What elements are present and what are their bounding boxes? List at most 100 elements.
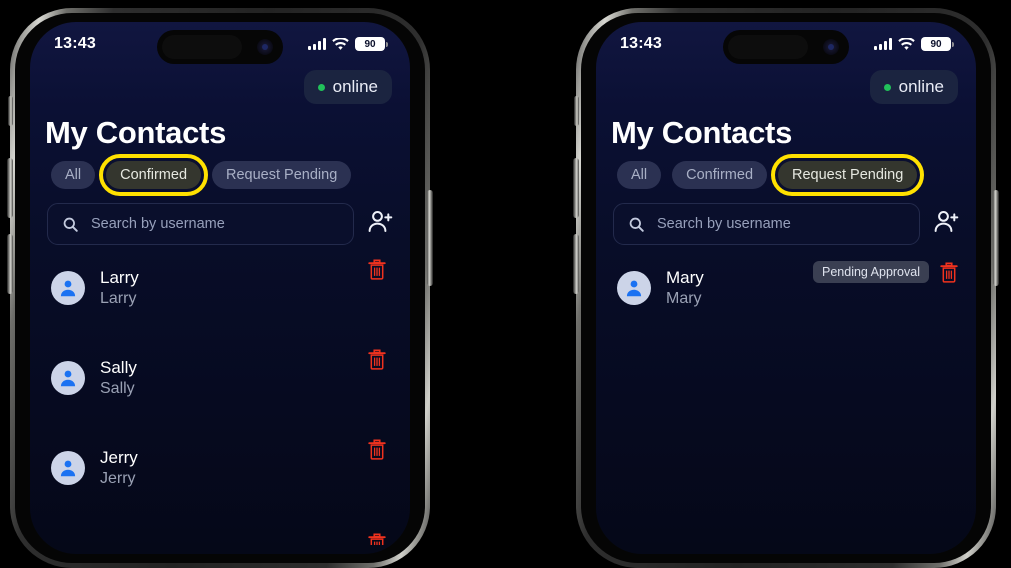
- search-icon: [629, 217, 644, 232]
- presence-row: online: [30, 66, 410, 104]
- phone-left: 13:43 90 online My Contacts All Confirme…: [7, 8, 433, 568]
- row-actions: Pending Approval: [813, 261, 958, 283]
- volume-down-button[interactable]: [573, 234, 579, 294]
- search-row: Search by username: [596, 189, 976, 245]
- dynamic-island: [723, 30, 849, 64]
- search-row: Search by username: [30, 189, 410, 245]
- delete-contact-button[interactable]: [368, 349, 386, 375]
- filter-tabs: All Confirmed Request Pending: [596, 151, 976, 196]
- phone-right: 13:43 90 online My Contacts All Confirme…: [573, 8, 999, 568]
- contact-username: Larry: [100, 289, 137, 307]
- trash-icon[interactable]: [940, 261, 958, 283]
- tab-request-pending[interactable]: Request Pending: [771, 154, 925, 196]
- avatar: [51, 451, 85, 485]
- tab-confirmed[interactable]: Confirmed: [672, 161, 768, 189]
- delete-contact-button[interactable]: [368, 533, 386, 545]
- search-placeholder: Search by username: [91, 216, 225, 232]
- status-bar: 13:43 90: [596, 22, 976, 66]
- battery-icon: 90: [921, 37, 954, 51]
- add-user-icon[interactable]: [932, 208, 960, 236]
- volume-down-button[interactable]: [7, 234, 13, 294]
- tab-request-pending[interactable]: Request Pending: [212, 161, 352, 189]
- screenshot-stage: 13:43 90 online My Contacts All Confirme…: [0, 0, 1011, 568]
- search-icon: [63, 217, 78, 232]
- front-camera-icon: [823, 39, 839, 55]
- online-label: online: [332, 77, 378, 96]
- contact-list: Mary Mary Pending Approval: [596, 245, 976, 317]
- contact-list-item[interactable]: Larry Larry: [30, 259, 410, 317]
- wifi-icon: [332, 37, 349, 50]
- power-button[interactable]: [993, 190, 999, 286]
- trash-icon[interactable]: [368, 533, 386, 545]
- avatar: [51, 361, 85, 395]
- contact-name: Mary: [666, 267, 704, 287]
- status-clock: 13:43: [54, 35, 96, 52]
- online-dot-icon: [317, 83, 325, 91]
- silence-switch[interactable]: [574, 96, 579, 126]
- battery-level: 90: [921, 37, 951, 51]
- avatar: [51, 271, 85, 305]
- island-pill: [162, 35, 242, 59]
- island-pill: [728, 35, 808, 59]
- person-avatar-icon: [626, 280, 642, 297]
- contact-username: Sally: [100, 379, 135, 397]
- status-badge: Pending Approval: [813, 261, 929, 283]
- search-input[interactable]: Search by username: [47, 203, 354, 245]
- delete-contact-button[interactable]: [368, 439, 386, 465]
- battery-level: 90: [355, 37, 385, 51]
- volume-up-button[interactable]: [573, 158, 579, 218]
- status-badge-online[interactable]: online: [303, 70, 392, 104]
- status-indicators: 90: [308, 37, 388, 51]
- phone-screen: 13:43 90 online My Contacts All Confirme…: [596, 22, 976, 554]
- add-user-icon[interactable]: [366, 208, 394, 236]
- cellular-signal-icon: [308, 38, 326, 50]
- status-badge-online[interactable]: online: [869, 70, 958, 104]
- contact-list-item[interactable]: Jerry Jerry: [30, 439, 410, 497]
- person-avatar-icon: [60, 370, 76, 387]
- contact-name: Sally: [100, 357, 137, 377]
- avatar: [617, 271, 651, 305]
- contact-names: Mary Mary: [666, 268, 798, 309]
- search-input[interactable]: Search by username: [613, 203, 920, 245]
- online-label: online: [898, 77, 944, 96]
- cellular-signal-icon: [874, 38, 892, 50]
- add-contact-button[interactable]: [932, 208, 960, 241]
- battery-cap: [952, 41, 954, 47]
- contact-username: Mary: [666, 289, 702, 307]
- dynamic-island: [157, 30, 283, 64]
- person-avatar-icon: [60, 280, 76, 297]
- volume-up-button[interactable]: [7, 158, 13, 218]
- contact-list: Larry Larry Sally Sally Jerry Jerry: [30, 245, 410, 545]
- contact-names: Sally Sally: [100, 358, 392, 399]
- add-contact-button[interactable]: [366, 208, 394, 241]
- online-dot-icon: [883, 83, 891, 91]
- person-avatar-icon: [60, 460, 76, 477]
- phone-screen: 13:43 90 online My Contacts All Confirme…: [30, 22, 410, 554]
- trash-icon[interactable]: [368, 439, 386, 460]
- status-bar: 13:43 90: [30, 22, 410, 66]
- trash-icon[interactable]: [368, 349, 386, 370]
- page-title: My Contacts: [45, 115, 227, 150]
- page-title: My Contacts: [611, 115, 793, 150]
- battery-icon: 90: [355, 37, 388, 51]
- contact-list-item[interactable]: Mary Mary Pending Approval: [596, 259, 976, 317]
- battery-cap: [386, 41, 388, 47]
- wifi-icon: [898, 37, 915, 50]
- tab-all[interactable]: All: [51, 161, 96, 189]
- contact-name: Larry: [100, 267, 139, 287]
- status-clock: 13:43: [620, 35, 662, 52]
- contact-names: Jerry Jerry: [100, 448, 392, 489]
- trash-icon[interactable]: [368, 259, 386, 280]
- contact-name: Jerry: [100, 447, 138, 467]
- power-button[interactable]: [427, 190, 433, 286]
- contact-list-item-clipped[interactable]: [30, 529, 410, 545]
- status-indicators: 90: [874, 37, 954, 51]
- tab-confirmed[interactable]: Confirmed: [99, 154, 208, 196]
- presence-row: online: [596, 66, 976, 104]
- tab-all[interactable]: All: [617, 161, 662, 189]
- silence-switch[interactable]: [8, 96, 13, 126]
- contact-username: Jerry: [100, 469, 136, 487]
- contact-list-item[interactable]: Sally Sally: [30, 349, 410, 407]
- search-placeholder: Search by username: [657, 216, 791, 232]
- delete-contact-button[interactable]: [368, 259, 386, 285]
